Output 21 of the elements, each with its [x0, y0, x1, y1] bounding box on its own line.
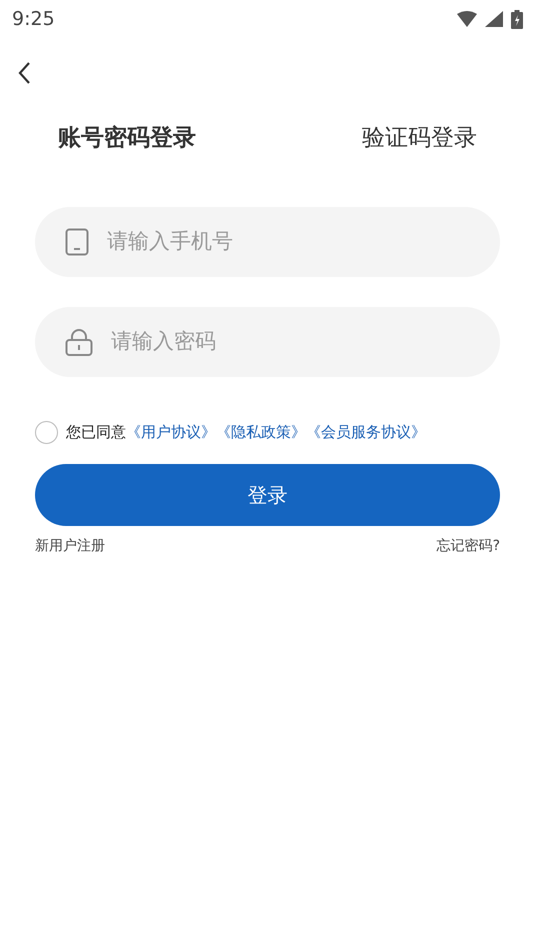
agreement-link[interactable]: 《会员服务协议》 — [306, 421, 426, 444]
register-link[interactable]: 新用户注册 — [35, 536, 105, 558]
login-tab[interactable]: 账号密码登录 — [58, 120, 196, 156]
text-input[interactable]: 请输入密码 — [109, 325, 470, 359]
input-field[interactable]: 请输入手机号 — [35, 207, 500, 278]
login-button[interactable]: 登录 — [35, 464, 500, 526]
forgot-password-link[interactable]: 忘记密码? — [436, 536, 500, 558]
agreement-link[interactable]: 《用户协议》 — [126, 421, 216, 444]
phone-icon — [65, 228, 89, 256]
signal-icon — [485, 11, 503, 27]
agree-checkbox[interactable] — [35, 421, 58, 444]
agreement-link[interactable]: 《隐私政策》 — [216, 421, 306, 444]
back-button[interactable] — [16, 60, 32, 85]
input-field[interactable]: 请输入密码 — [35, 307, 500, 378]
battery-icon — [511, 10, 523, 28]
text-input[interactable]: 请输入手机号 — [105, 225, 470, 259]
wifi-icon — [457, 11, 477, 27]
status-time: 9:25 — [12, 6, 55, 32]
lock-icon — [65, 328, 93, 356]
agreement-text: 您已同意 — [66, 422, 126, 444]
login-tab[interactable]: 验证码登录 — [362, 120, 477, 156]
